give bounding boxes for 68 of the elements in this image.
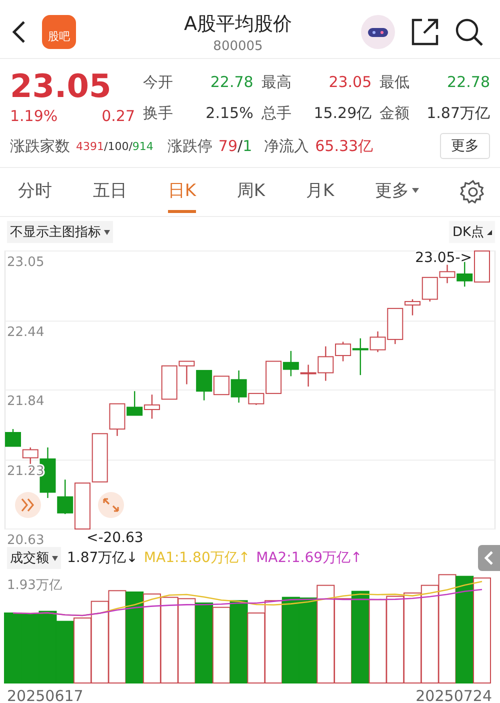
moving-average-value: MA2:1.69万亿↑ (256, 549, 362, 567)
axis-label: 20.63 (7, 533, 44, 545)
change-percent: 1.19% (10, 107, 58, 125)
caret-icon (104, 230, 110, 234)
volume-value: 1.87万亿↓ (67, 549, 138, 567)
back-icon[interactable] (12, 20, 26, 44)
stat-label: 今开 (143, 73, 173, 93)
falling-candle (352, 338, 368, 376)
period-tab[interactable]: 分时 (18, 171, 52, 213)
mascot-icon[interactable] (360, 14, 396, 50)
end-date: 20250724 (416, 687, 492, 703)
limit-label: 涨跌停 (167, 136, 212, 156)
falling-candle (5, 429, 21, 447)
fast-forward-icon[interactable] (15, 492, 41, 518)
dk-button[interactable]: DK点 (449, 221, 495, 243)
axis-label: 23.05 (7, 255, 44, 270)
stat-value: 23.05 (328, 73, 372, 93)
current-price: 23.05 (10, 67, 112, 105)
period-tab[interactable]: 周K (236, 171, 266, 213)
indicator-dropdown[interactable]: 不显示主图指标 (7, 221, 113, 243)
moving-average-value: MA1:1.80万亿↑ (144, 549, 250, 567)
axis-label: 21.84 (7, 394, 44, 409)
rising-candle (74, 482, 90, 530)
period-tab[interactable]: 月K (306, 171, 334, 213)
start-date: 20250617 (7, 687, 84, 703)
stat-label: 换手 (143, 104, 173, 124)
volume-dropdown[interactable]: 成交额 (7, 547, 61, 569)
stat-value: 2.15% (206, 104, 254, 124)
search-icon[interactable] (454, 17, 484, 47)
price-annotation: <-20.63 (86, 530, 144, 545)
change-amount: 0.27 (102, 107, 135, 125)
period-tab[interactable]: 更多 (375, 171, 420, 213)
rising-candle (213, 376, 230, 396)
caret-icon (52, 556, 58, 560)
stat-label: 金额 (380, 104, 410, 124)
falling-candle (196, 370, 212, 400)
volume-max-label: 1.93万亿 (7, 578, 62, 593)
axis-label: 22.44 (7, 325, 44, 340)
stat-label: 最低 (380, 73, 410, 93)
inflow-value: 65.33亿 (315, 136, 374, 156)
chevron-left-icon (484, 550, 494, 566)
falling-candle (282, 350, 299, 376)
rising-candle (474, 250, 490, 283)
stock-code: 800005 (212, 38, 264, 54)
inflow-label: 净流入 (264, 136, 310, 156)
breadth-value: 4391/100/914 (76, 140, 154, 152)
share-icon[interactable] (410, 17, 440, 47)
stat-value: 22.78 (210, 73, 254, 93)
price-annotation: 23.05-> (415, 250, 472, 266)
settings-icon[interactable] (460, 179, 486, 205)
collapse-button[interactable] (478, 545, 500, 571)
page-title: A股平均股价 (183, 12, 293, 36)
limit-value: 79/1 (218, 137, 252, 155)
period-tab[interactable]: 五日 (92, 171, 127, 213)
stat-label: 总手 (261, 104, 292, 124)
rising-candle (144, 394, 160, 419)
breadth-label: 涨跌家数 (10, 136, 70, 156)
stat-label: 最高 (261, 73, 292, 93)
stat-value: 1.87万亿 (426, 104, 490, 124)
more-button[interactable]: 更多 (440, 133, 490, 159)
corner-triangle-icon (487, 230, 492, 234)
falling-candle (456, 261, 473, 287)
rising-candle (439, 264, 456, 284)
falling-candle (230, 370, 247, 403)
expand-arrows-icon[interactable] (98, 492, 124, 518)
stat-value: 15.29亿 (314, 104, 372, 124)
falling-candle (126, 391, 143, 416)
stat-value: 22.78 (447, 73, 490, 93)
